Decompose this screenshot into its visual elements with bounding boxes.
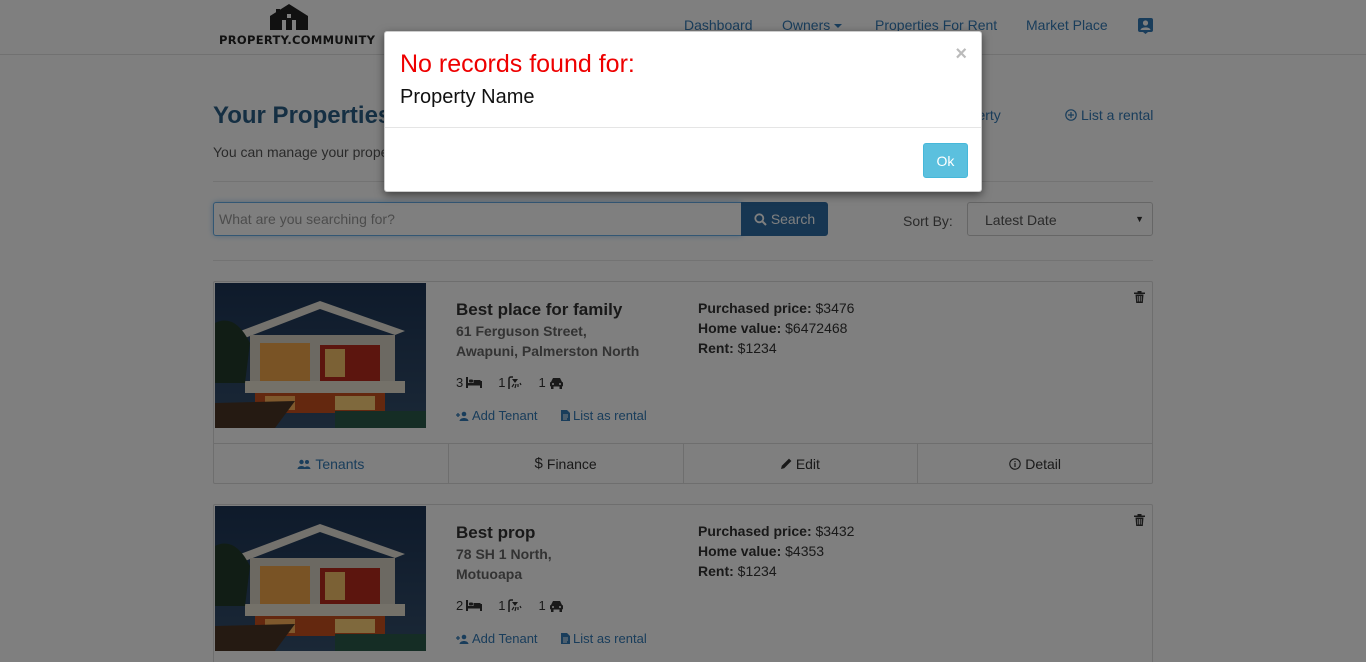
ok-button[interactable]: Ok (923, 143, 968, 178)
no-records-modal: No records found for: Property Name × Ok (384, 31, 982, 192)
modal-divider (385, 127, 981, 128)
close-icon[interactable]: × (955, 44, 967, 64)
modal-body-text: Property Name (400, 86, 535, 108)
modal-title: No records found for: (400, 50, 635, 78)
